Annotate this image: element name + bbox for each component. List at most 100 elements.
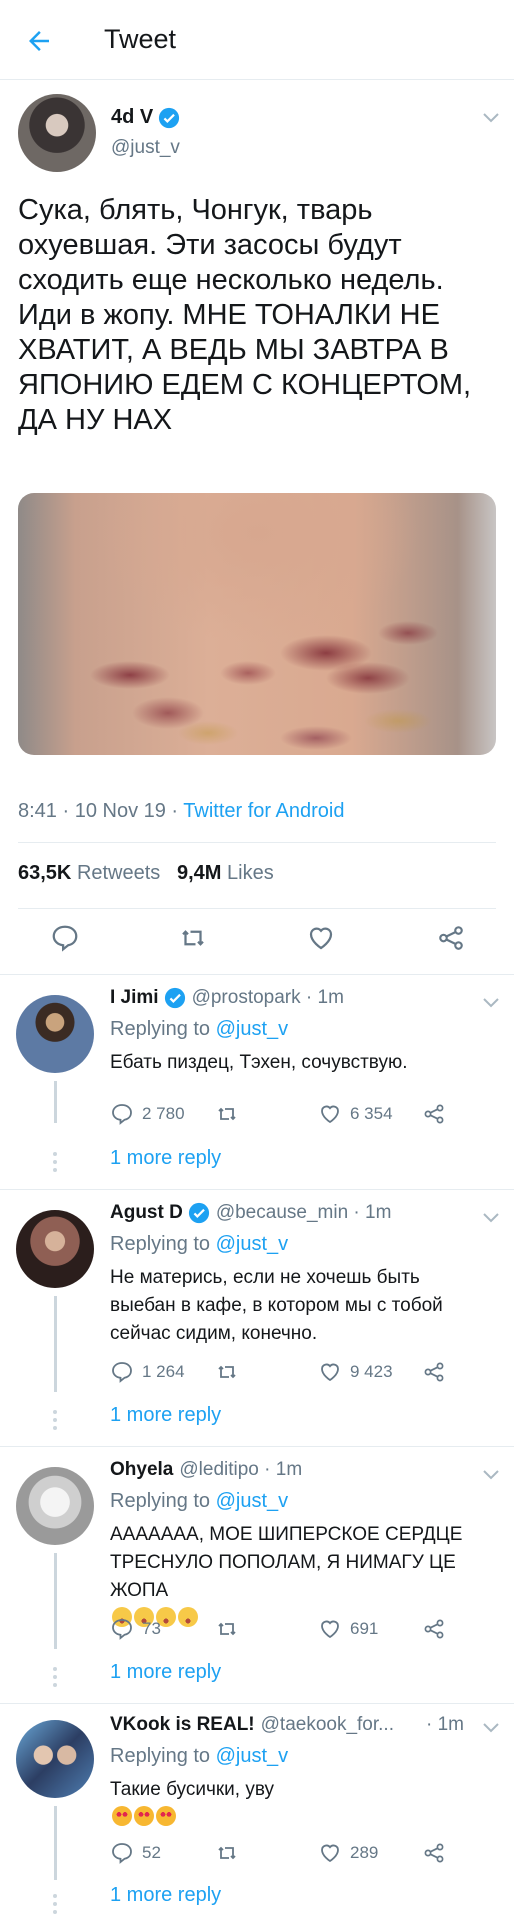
verified-badge-icon — [188, 1202, 209, 1224]
chevron-down-icon[interactable] — [482, 112, 500, 124]
retweet-button[interactable] — [215, 1617, 247, 1641]
author-name: 4d V — [111, 106, 154, 128]
reply-button[interactable]: 2 780 — [110, 1102, 185, 1126]
more-replies-link[interactable]: 1 more reply — [110, 1884, 221, 1907]
reply-tweet[interactable]: Ohyela @leditipo · 1m Replying to @just_… — [0, 1447, 514, 1703]
more-replies-link[interactable]: 1 more reply — [110, 1404, 221, 1427]
author-avatar[interactable] — [18, 94, 96, 172]
back-arrow-icon[interactable] — [24, 26, 54, 56]
reply-avatar[interactable] — [16, 995, 94, 1073]
reply-icon — [112, 1619, 132, 1640]
like-icon — [321, 1363, 339, 1382]
retweet-icon — [218, 1622, 236, 1636]
heart-eyes-cat-emoji-icon — [134, 1806, 154, 1826]
reply-text: Не матерись, если не хочешь быть выебан … — [110, 1267, 443, 1344]
reply-button[interactable]: 52 — [110, 1841, 161, 1865]
verified-badge-icon — [164, 987, 185, 1009]
reply-avatar[interactable] — [16, 1467, 94, 1545]
like-icon[interactable] — [306, 923, 336, 953]
reply-text: Такие бусички, уву — [110, 1776, 502, 1832]
reply-handle-time: @because_min · 1m — [215, 1202, 392, 1223]
share-button[interactable] — [422, 1102, 454, 1126]
share-icon[interactable] — [436, 923, 466, 953]
page-title: Tweet — [104, 24, 177, 54]
like-button[interactable]: 6 354 — [318, 1102, 393, 1126]
retweets-count[interactable]: 63,5K — [18, 862, 71, 884]
like-icon — [321, 1620, 339, 1639]
thread-line — [54, 1081, 57, 1123]
replying-to-handle[interactable]: @just_v — [216, 1233, 289, 1255]
replying-to: Replying to @just_v — [110, 1018, 289, 1040]
reply-name-line: Ohyela @leditipo · 1m — [110, 1459, 302, 1481]
tweet-source-link[interactable]: Twitter for Android — [183, 800, 344, 822]
replying-to-handle[interactable]: @just_v — [216, 1490, 289, 1512]
chevron-down-icon[interactable] — [482, 1469, 500, 1481]
replying-to: Replying to @just_v — [110, 1233, 289, 1255]
chevron-down-icon[interactable] — [482, 1212, 500, 1224]
verified-badge-icon — [159, 107, 180, 128]
share-icon — [424, 1362, 444, 1382]
retweet-icon — [218, 1365, 236, 1379]
chevron-down-icon[interactable] — [482, 1722, 500, 1734]
reply-handle-time: @leditipo · 1m — [179, 1459, 303, 1480]
thread-dots — [53, 1152, 58, 1176]
retweet-icon[interactable] — [178, 923, 208, 953]
reply-author-name[interactable]: Agust D — [110, 1202, 183, 1224]
share-icon — [424, 1104, 444, 1124]
share-icon — [424, 1619, 444, 1639]
thread-line — [54, 1806, 57, 1880]
tweet-photo[interactable] — [18, 493, 496, 755]
retweet-button[interactable] — [215, 1360, 247, 1384]
replying-to: Replying to @just_v — [110, 1490, 289, 1512]
thread-dots — [53, 1410, 58, 1434]
reply-avatar[interactable] — [16, 1720, 94, 1798]
reply-tweet[interactable]: VKook is REAL! @taekook_for... · 1m Repl… — [0, 1704, 514, 1918]
thread-line — [54, 1296, 57, 1392]
more-replies-link[interactable]: 1 more reply — [110, 1147, 221, 1170]
reply-time: · 1m — [426, 1714, 464, 1735]
retweet-icon — [218, 1107, 236, 1121]
reply-button[interactable]: 73 — [110, 1617, 161, 1641]
replying-to: Replying to @just_v — [110, 1745, 289, 1767]
share-button[interactable] — [422, 1360, 454, 1384]
likes-label[interactable]: Likes — [227, 862, 274, 884]
reply-author-name[interactable]: Ohyela — [110, 1459, 173, 1481]
retweets-label[interactable]: Retweets — [77, 862, 160, 884]
reply-tweet[interactable]: Agust D @because_min · 1m Replying to @j… — [0, 1190, 514, 1446]
retweet-button[interactable] — [215, 1841, 247, 1865]
reply-author-name[interactable]: VKook is REAL! — [110, 1714, 255, 1736]
share-button[interactable] — [422, 1841, 454, 1865]
top-bar: Tweet — [0, 0, 514, 80]
chevron-down-icon[interactable] — [482, 997, 500, 1009]
reply-icon[interactable] — [50, 923, 80, 953]
divider — [18, 842, 496, 843]
replying-to-handle[interactable]: @just_v — [216, 1018, 289, 1040]
retweet-button[interactable] — [215, 1102, 247, 1126]
reply-icon — [112, 1362, 132, 1383]
more-replies-link[interactable]: 1 more reply — [110, 1661, 221, 1684]
heart-eyes-cat-emoji-icon — [156, 1806, 176, 1826]
like-button[interactable]: 289 — [318, 1841, 378, 1865]
heart-eyes-cat-emoji-icon — [112, 1806, 132, 1826]
reply-name-line: Agust D @because_min · 1m — [110, 1202, 391, 1224]
reply-tweet[interactable]: I Jimi @prostopark · 1m Replying to @jus… — [0, 975, 514, 1189]
share-button[interactable] — [422, 1617, 454, 1641]
reply-handle: @taekook_for... — [260, 1714, 394, 1735]
reply-text: Ебать пиздец, Тэхен, сочувствую. — [110, 1052, 408, 1073]
reply-icon — [112, 1104, 132, 1125]
thread-dots — [53, 1894, 58, 1918]
reply-name-line: VKook is REAL! @taekook_for... — [110, 1714, 394, 1736]
author-name-line[interactable]: 4d V — [111, 106, 180, 129]
likes-count[interactable]: 9,4M — [177, 862, 221, 884]
reply-button[interactable]: 1 264 — [110, 1360, 185, 1384]
share-icon — [424, 1843, 444, 1863]
reply-avatar[interactable] — [16, 1210, 94, 1288]
replying-to-handle[interactable]: @just_v — [216, 1745, 289, 1767]
like-button[interactable]: 691 — [318, 1617, 378, 1641]
reply-author-name[interactable]: I Jimi — [110, 987, 159, 1009]
astonished-emoji-icon — [178, 1607, 198, 1627]
like-button[interactable]: 9 423 — [318, 1360, 393, 1384]
author-handle[interactable]: @just_v — [111, 137, 180, 159]
thread-dots — [53, 1667, 58, 1691]
like-icon — [321, 1105, 339, 1124]
